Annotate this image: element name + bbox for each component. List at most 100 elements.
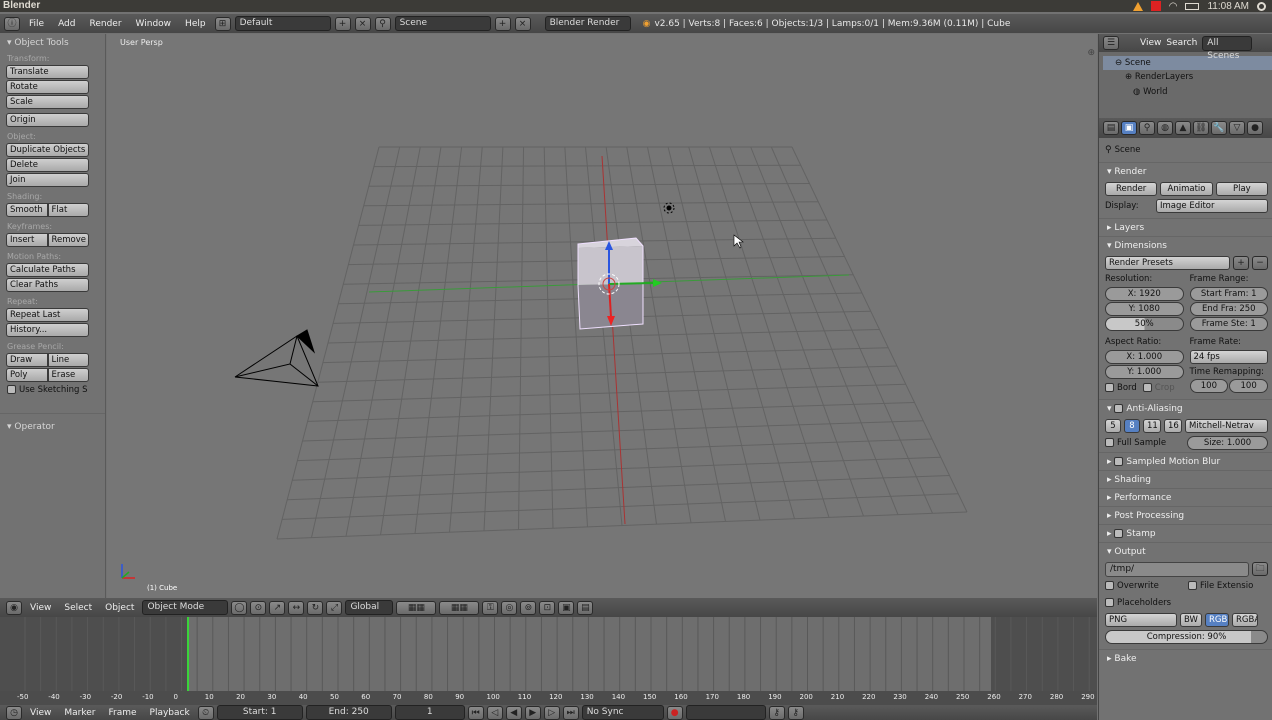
motion-blur-panel-header[interactable]: ▸ Sampled Motion Blur <box>1099 452 1272 470</box>
add-layout-icon[interactable]: + <box>334 16 351 31</box>
layers-grid-2-icon[interactable]: ▦▦ <box>439 600 480 615</box>
erase-button[interactable]: Erase <box>47 368 89 382</box>
resolution-y-field[interactable]: Y: 1080 <box>1105 302 1184 316</box>
viewport-properties-toggle-icon[interactable]: ⊕ <box>1087 48 1095 58</box>
layers-panel-header[interactable]: ▸ Layers <box>1099 218 1272 236</box>
screen-layout-icon[interactable]: ⊞ <box>214 16 231 31</box>
overwrite-checkbox[interactable]: Overwrite <box>1105 581 1185 591</box>
output-panel-header[interactable]: ▾ Output <box>1099 542 1272 560</box>
modifiers-tab-icon[interactable]: 🔧 <box>1211 121 1227 135</box>
scene-icon[interactable]: ⚲ <box>374 16 391 31</box>
snap-icon[interactable]: ⊚ <box>520 600 537 615</box>
bake-panel-header[interactable]: ▸ Bake <box>1099 649 1272 667</box>
file-format-select[interactable]: PNG <box>1105 613 1177 627</box>
keying-set-field[interactable] <box>685 705 766 720</box>
outliner-menu-view[interactable]: View <box>1140 38 1161 48</box>
snap-target-icon[interactable]: ⊡ <box>539 600 556 615</box>
menu-frame[interactable]: Frame <box>103 708 141 718</box>
delete-keyframe-icon[interactable]: ⚷ <box>787 705 804 720</box>
rotate-button[interactable]: Rotate <box>6 80 89 94</box>
remap-new-field[interactable]: 100 <box>1229 379 1268 393</box>
editor-type-timeline-icon[interactable]: ◷ <box>6 705 22 720</box>
draw-button[interactable]: Draw <box>6 353 48 367</box>
outliner-editor-icon[interactable]: ☰ <box>1103 36 1119 50</box>
orientation-select[interactable]: Global <box>345 600 394 615</box>
menu-render[interactable]: Render <box>85 19 127 29</box>
aa-sample-8[interactable]: 8 <box>1124 419 1140 433</box>
warning-icon[interactable] <box>1132 1 1143 11</box>
clock[interactable]: 11:08 AM <box>1207 1 1249 12</box>
outliner-item-scene[interactable]: ⊖ Scene <box>1103 56 1272 70</box>
battery-icon[interactable] <box>1185 2 1200 10</box>
lock-camera-icon[interactable]: ⚿ <box>482 600 499 615</box>
notification-icon[interactable] <box>1150 1 1161 11</box>
translate-manipulator-icon[interactable]: ↔ <box>288 600 305 615</box>
next-keyframe-icon[interactable]: ▷ <box>543 705 560 720</box>
frame-rate-select[interactable]: 24 fps <box>1189 350 1268 364</box>
border-checkbox[interactable]: Bord <box>1105 383 1137 393</box>
remove-scene-icon[interactable]: × <box>514 16 531 31</box>
color-rgba-button[interactable]: RGBA <box>1232 613 1258 627</box>
power-icon[interactable] <box>1257 1 1266 11</box>
proportional-edit-icon[interactable]: ◎ <box>501 600 518 615</box>
remove-layout-icon[interactable]: × <box>354 16 371 31</box>
timeline-ruler[interactable]: -50 -40 -30 -20 -10 0 10 20 30 40 50 60 70 80 90 100 110… <box>0 691 1097 705</box>
menu-help[interactable]: Help <box>180 19 211 29</box>
add-scene-icon[interactable]: + <box>494 16 511 31</box>
scale-button[interactable]: Scale <box>6 95 89 109</box>
aa-sample-16[interactable]: 16 <box>1164 419 1182 433</box>
record-icon[interactable]: ● <box>666 705 683 720</box>
use-sketching-checkbox[interactable]: Use Sketching S <box>0 383 105 395</box>
anti-aliasing-checkbox[interactable] <box>1114 404 1124 413</box>
calculate-paths-button[interactable]: Calculate Paths <box>6 263 89 277</box>
compression-slider[interactable]: Compression: 90% <box>1105 630 1268 644</box>
shading-panel-header[interactable]: ▸ Shading <box>1099 470 1272 488</box>
aspect-x-field[interactable]: X: 1.000 <box>1105 350 1184 364</box>
rotate-manipulator-icon[interactable]: ↻ <box>307 600 324 615</box>
menu-view[interactable]: View <box>25 603 56 613</box>
outliner-item-world[interactable]: ◍ World <box>1103 85 1272 100</box>
stamp-panel-header[interactable]: ▸ Stamp <box>1099 524 1272 542</box>
pin-icon[interactable]: ⚲ <box>1105 145 1112 155</box>
menu-marker[interactable]: Marker <box>59 708 100 718</box>
history-button[interactable]: History... <box>6 323 89 337</box>
flat-button[interactable]: Flat <box>47 203 89 217</box>
play-button[interactable]: Play <box>1215 182 1268 196</box>
remove-preset-icon[interactable]: − <box>1252 256 1268 270</box>
data-tab-icon[interactable]: ▽ <box>1229 121 1245 135</box>
constraints-tab-icon[interactable]: ⛓ <box>1193 121 1209 135</box>
start-frame-input[interactable]: Start Fram: 1 <box>1189 287 1268 301</box>
color-rgb-button[interactable]: RGB <box>1205 613 1229 627</box>
menu-file[interactable]: File <box>24 19 49 29</box>
duplicate-objects-button[interactable]: Duplicate Objects <box>6 143 89 157</box>
anti-aliasing-panel-header[interactable]: ▾ Anti-Aliasing <box>1099 399 1272 417</box>
editor-type-icon[interactable]: ⓘ <box>4 16 20 31</box>
render-engine-select[interactable]: Blender Render <box>544 16 631 31</box>
full-sample-checkbox[interactable]: Full Sample <box>1105 438 1184 448</box>
start-frame-field[interactable]: Start: 1 <box>216 705 303 720</box>
menu-select[interactable]: Select <box>59 603 97 613</box>
resolution-percent-slider[interactable]: 50% <box>1105 317 1184 331</box>
layers-grid-icon[interactable]: ▦▦ <box>396 600 437 615</box>
aspect-y-field[interactable]: Y: 1.000 <box>1105 365 1184 379</box>
editor-type-3d-icon[interactable]: ◉ <box>6 600 22 615</box>
object-tab-icon[interactable]: ▲ <box>1175 121 1191 135</box>
render-button[interactable]: Render <box>1105 182 1158 196</box>
translate-button[interactable]: Translate <box>6 65 89 79</box>
smooth-button[interactable]: Smooth <box>6 203 48 217</box>
post-processing-panel-header[interactable]: ▸ Post Processing <box>1099 506 1272 524</box>
insert-keyframe-icon[interactable]: ⚷ <box>768 705 785 720</box>
properties-editor-icon[interactable]: ▤ <box>1103 121 1119 135</box>
scene-field[interactable]: Scene <box>394 16 491 31</box>
scene-tab-icon[interactable]: ⚲ <box>1139 121 1155 135</box>
3d-viewport[interactable]: User Persp (1) Cube ⊕ <box>107 34 1097 598</box>
add-preset-icon[interactable]: + <box>1233 256 1249 270</box>
delete-button[interactable]: Delete <box>6 158 89 172</box>
play-reverse-icon[interactable]: ◀ <box>505 705 522 720</box>
manipulator-toggle-icon[interactable]: ↗ <box>269 600 286 615</box>
origin-button[interactable]: Origin <box>6 113 89 127</box>
output-path-field[interactable]: /tmp/ <box>1105 561 1249 577</box>
preview-range-icon[interactable]: ⏲ <box>197 705 214 720</box>
scale-manipulator-icon[interactable]: ⤢ <box>326 600 343 615</box>
pivot-point-icon[interactable]: ⊙ <box>250 600 267 615</box>
